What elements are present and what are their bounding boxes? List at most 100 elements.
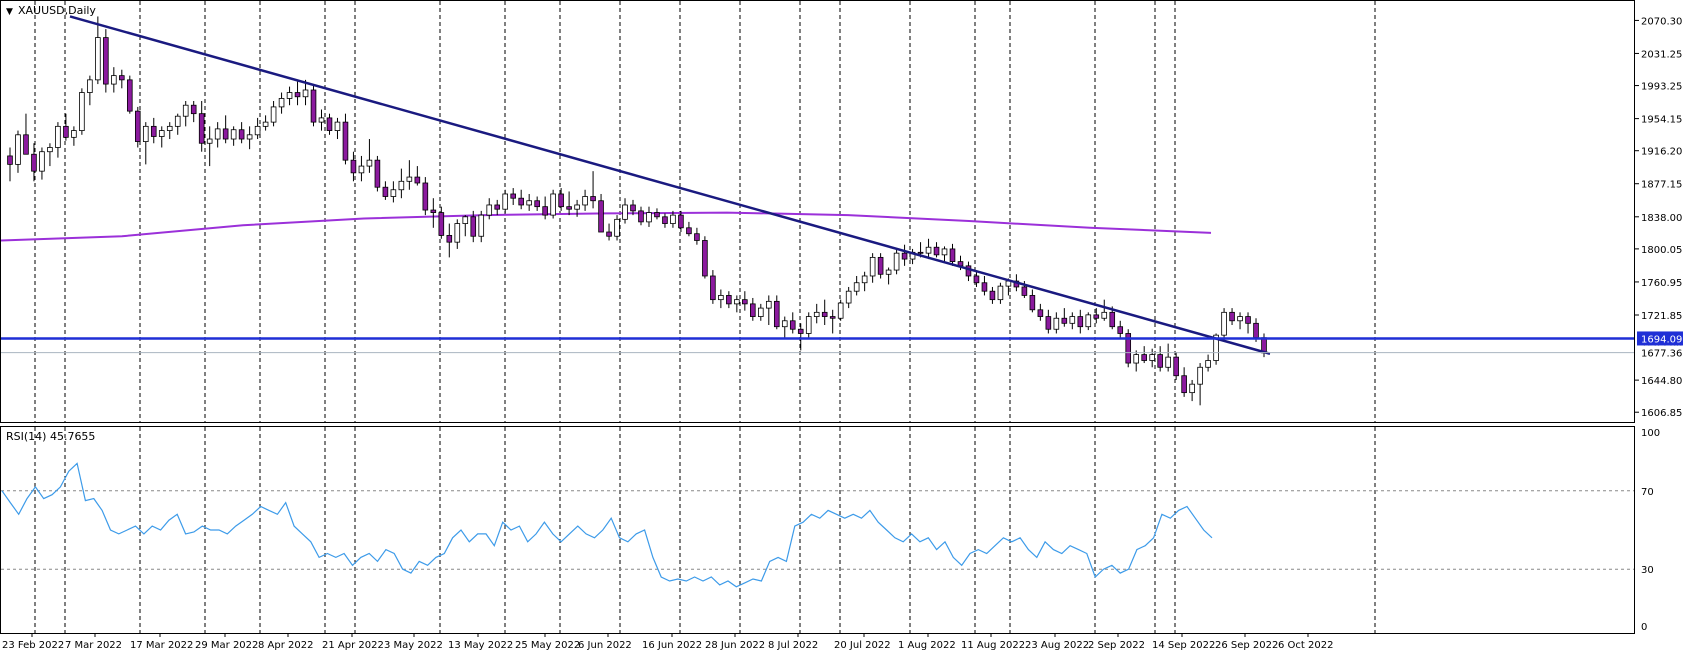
candle-body [582, 196, 588, 206]
candle-body [1037, 309, 1044, 317]
candle-body [390, 189, 397, 197]
candle-body [294, 92, 301, 98]
candle-body [494, 204, 501, 210]
candle-body [758, 307, 764, 317]
candle-body [750, 303, 756, 317]
date-axis: 23 Feb 2022 7 Mar 2022 17 Mar 2022 29 Mar 2… [2, 633, 1333, 651]
candle-body [1197, 366, 1203, 385]
candle-body [686, 227, 692, 235]
candle-body [789, 320, 796, 330]
candle-body [158, 130, 165, 137]
price-tick-label: 1954.15 [1641, 115, 1682, 126]
date-tick-label: 23 Aug 2022 [1025, 640, 1089, 651]
candle-body [726, 295, 732, 305]
candle-body [414, 176, 421, 184]
candle-body [885, 269, 892, 275]
candle-body [222, 128, 229, 140]
candle-body [606, 231, 612, 237]
candle-body [119, 75, 125, 81]
xauusd-chart-window[interactable]: 2070.30 2031.25 1993.25 1954.15 1916.20 1877.… [0, 0, 1683, 654]
date-tick-label: 8 Jul 2022 [768, 640, 818, 651]
date-tick-label: 6 Oct 2022 [1278, 640, 1333, 651]
candle-body [462, 216, 469, 224]
candle-body [797, 328, 804, 334]
candle [422, 177, 429, 216]
candle-body [350, 159, 357, 174]
candle-body [662, 216, 668, 224]
price-tick-label: 1721.85 [1641, 311, 1682, 322]
candle-body [366, 159, 373, 167]
candle-body [734, 299, 740, 305]
candle-body [23, 134, 29, 155]
candle-body [925, 246, 932, 254]
candle-body [534, 200, 540, 208]
candle-body [1181, 375, 1187, 394]
candle-body [7, 155, 13, 165]
price-tick-label: 1916.20 [1641, 147, 1682, 158]
candle-body [270, 106, 277, 123]
date-tick-label: 25 May 2022 [515, 640, 580, 651]
candle-body [238, 129, 245, 140]
date-tick-label: 20 Jul 2022 [834, 640, 891, 651]
candle-body [342, 121, 349, 161]
date-tick-label: 1 Aug 2022 [898, 640, 956, 651]
candle-body [1149, 354, 1155, 361]
candle-body [869, 256, 876, 277]
candle-body [1189, 383, 1195, 394]
candle-body [95, 37, 101, 81]
candle-body [15, 134, 21, 165]
price-tick-label: 2031.25 [1641, 49, 1682, 60]
rsi-title: RSI(14) 45.7655 [6, 430, 95, 443]
main-chart-title: XAUUSD,Daily [18, 4, 96, 17]
candle-body [1077, 316, 1084, 328]
candle-body [1229, 311, 1235, 322]
candle-body [710, 275, 716, 301]
candle-body [230, 129, 237, 140]
main-chart-title-icon: ▼ [6, 7, 13, 17]
candle-body [422, 182, 429, 211]
candle-body [454, 223, 461, 243]
candle-body [1117, 326, 1124, 334]
candle-body [302, 89, 309, 98]
candle-body [1029, 295, 1036, 311]
candle-body [206, 138, 213, 144]
candle-body [1085, 314, 1092, 328]
candle-body [1069, 316, 1076, 324]
candle [837, 299, 844, 321]
candle-body [765, 300, 772, 309]
candle [127, 75, 133, 114]
candle-body [813, 311, 820, 317]
candle-body [997, 285, 1004, 301]
candle-body [1053, 317, 1060, 330]
price-badge-current: 1677.36 [1637, 345, 1683, 360]
candle-body [558, 193, 564, 208]
rsi-tick-label: 0 [1641, 622, 1647, 633]
candle-body [1133, 354, 1140, 364]
price-tick-label: 1644.80 [1641, 376, 1682, 387]
candle-body [470, 216, 477, 237]
date-tick-label: 14 Sep 2022 [1152, 640, 1215, 651]
candle-body [134, 110, 141, 142]
candle-body [150, 125, 157, 137]
candle-body [166, 125, 173, 131]
candle-body [694, 233, 700, 241]
candle-body [805, 316, 812, 334]
price-scale: 2070.30 2031.25 1993.25 1954.15 1916.20 1877.… [1634, 16, 1683, 419]
date-tick-label: 2 Sep 2022 [1088, 640, 1145, 651]
candle-body [933, 246, 940, 256]
candle-body [326, 117, 333, 131]
candle-body [63, 125, 69, 138]
candle-body [917, 251, 924, 254]
candle-body [1045, 316, 1052, 330]
candle-body [111, 75, 117, 85]
candle-body [837, 302, 844, 319]
date-tick-label: 26 Sep 2022 [1215, 640, 1278, 651]
candle-body [518, 197, 524, 206]
rsi-tick-label: 100 [1641, 428, 1660, 439]
candle-body [486, 204, 493, 216]
price-tick-label: 1760.95 [1641, 278, 1682, 289]
candle-body [670, 214, 676, 224]
candle-body [254, 125, 261, 136]
price-pane-frame [0, 0, 1635, 423]
candle-body [821, 311, 828, 317]
